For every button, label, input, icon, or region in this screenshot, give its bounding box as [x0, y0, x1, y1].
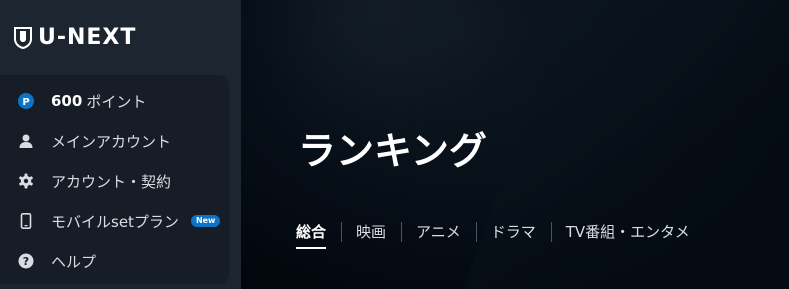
sidebar-item-label: アカウント・契約: [51, 172, 172, 191]
app-root: U-NEXT P 600 ポイント メインアカウント アカウント・契約 モバイル…: [0, 0, 789, 289]
logo-text: U-NEXT: [38, 25, 137, 50]
tab-overall[interactable]: 総合: [296, 220, 341, 249]
tab-movies[interactable]: 映画: [341, 220, 401, 244]
main-content: ランキング 総合 映画 アニメ ドラマ TV番組・エンタメ: [241, 0, 789, 289]
points-value: 600: [51, 92, 83, 110]
background-decoration: [251, 0, 511, 140]
category-tabs: 総合 映画 アニメ ドラマ TV番組・エンタメ: [296, 219, 705, 249]
sidebar-item-label: モバイルsetプラン: [51, 212, 179, 231]
logo[interactable]: U-NEXT: [14, 26, 136, 50]
sidebar-item-mobile-set-plan[interactable]: モバイルsetプラン New: [0, 201, 229, 241]
sidebar-item-label: メインアカウント: [51, 132, 172, 151]
help-icon: ?: [17, 252, 35, 270]
active-tab-underline: [296, 247, 327, 249]
svg-text:P: P: [22, 97, 29, 108]
user-icon: [17, 132, 35, 150]
sidebar-item-main-account[interactable]: メインアカウント: [0, 121, 229, 161]
sidebar-item-account-contract[interactable]: アカウント・契約: [0, 161, 229, 201]
tab-anime[interactable]: アニメ: [401, 220, 476, 244]
tab-label: アニメ: [416, 223, 461, 241]
tab-label: 総合: [296, 223, 327, 241]
sidebar-item-points[interactable]: P 600 ポイント: [0, 81, 229, 121]
tab-label: 映画: [356, 223, 387, 241]
sidebar-item-label: ヘルプ: [51, 252, 97, 271]
gear-icon: [17, 172, 35, 190]
tab-label: TV番組・エンタメ: [565, 223, 690, 241]
svg-text:?: ?: [23, 255, 29, 268]
tab-tv-entertainment[interactable]: TV番組・エンタメ: [550, 220, 705, 244]
sidebar: U-NEXT P 600 ポイント メインアカウント アカウント・契約 モバイル…: [0, 0, 241, 289]
background-decoration: [459, 0, 789, 289]
account-menu: P 600 ポイント メインアカウント アカウント・契約 モバイルsetプラン …: [0, 75, 229, 284]
page-title: ランキング: [298, 129, 487, 173]
points-label: ポイント: [86, 92, 147, 111]
tab-drama[interactable]: ドラマ: [475, 220, 551, 244]
sidebar-item-help[interactable]: ? ヘルプ: [0, 241, 229, 281]
points-icon: P: [17, 92, 35, 110]
tab-label: ドラマ: [490, 223, 536, 241]
phone-icon: [17, 212, 35, 230]
shield-logo-icon: [14, 27, 32, 49]
new-badge: New: [190, 215, 221, 227]
